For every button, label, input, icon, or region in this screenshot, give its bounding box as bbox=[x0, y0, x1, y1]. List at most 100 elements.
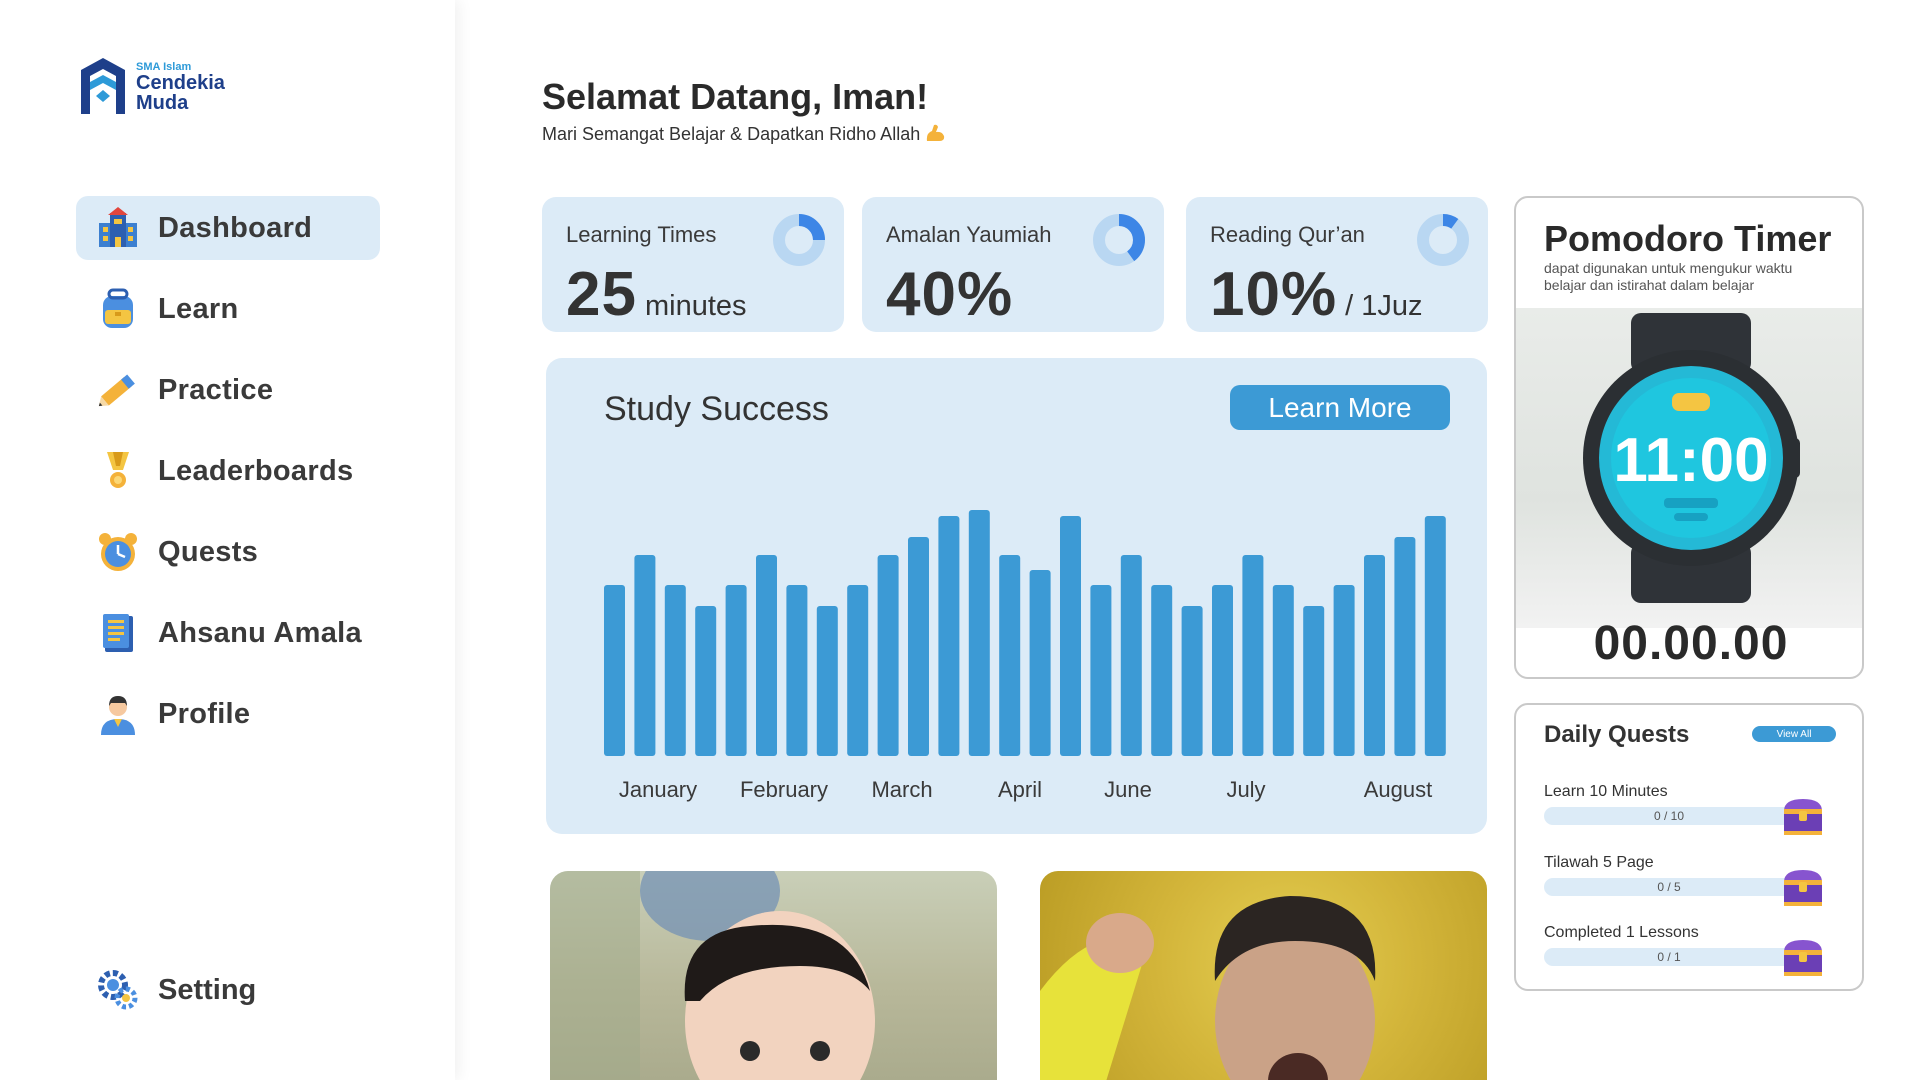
school-building-icon bbox=[94, 204, 142, 252]
stat-value: 10%/ 1Juz bbox=[1210, 259, 1422, 330]
chart-x-tick-label: January bbox=[619, 777, 697, 802]
sidebar-item-ahsanu-amala[interactable]: Ahsanu Amala bbox=[76, 601, 396, 665]
chart-x-tick-label: June bbox=[1104, 777, 1152, 802]
app-root: SMA Islam Cendekia Muda Dashboard Learn … bbox=[0, 0, 1920, 1080]
treasure-chest-icon bbox=[1784, 940, 1822, 976]
chart-x-tick-label: April bbox=[998, 777, 1042, 802]
stat-number: 25 bbox=[566, 260, 637, 329]
chart-bar bbox=[1272, 585, 1294, 756]
sidebar-item-setting[interactable]: Setting bbox=[76, 958, 380, 1022]
pomodoro-title: Pomodoro Timer bbox=[1544, 218, 1832, 259]
chart-bar bbox=[999, 555, 1021, 756]
logo[interactable]: SMA Islam Cendekia Muda bbox=[78, 56, 225, 118]
smartwatch-icon: 11:00 bbox=[1583, 313, 1800, 603]
daily-quests-title: Daily Quests bbox=[1544, 721, 1690, 748]
treasure-chest-icon bbox=[1784, 870, 1822, 906]
chart-bar bbox=[968, 510, 990, 756]
chart-title: Study Success bbox=[604, 390, 829, 428]
chart-bar bbox=[725, 585, 747, 756]
quest-item[interactable]: Tilawah 5 Page 0 / 5 bbox=[1544, 854, 1844, 914]
quest-item[interactable]: Completed 1 Lessons 0 / 1 bbox=[1544, 924, 1844, 984]
stat-card-amalan-yaumiah[interactable]: Amalan Yaumiah 40% bbox=[862, 197, 1164, 332]
backpack-icon bbox=[94, 285, 142, 333]
chart-bar bbox=[1060, 516, 1081, 756]
alarm-clock-icon bbox=[94, 528, 142, 576]
chart-bar bbox=[1181, 606, 1203, 756]
sidebar-item-profile[interactable]: Profile bbox=[76, 682, 396, 746]
gear-icon bbox=[94, 966, 142, 1014]
chart-x-tick-label: August bbox=[1364, 777, 1433, 802]
chart-bar bbox=[1424, 516, 1446, 756]
stat-card-reading-quran[interactable]: Reading Qur’an 10%/ 1Juz bbox=[1186, 197, 1488, 332]
chart-bar bbox=[634, 555, 656, 756]
child-photo-card[interactable] bbox=[550, 871, 997, 1080]
quest-progress-count: 0 / 5 bbox=[1657, 880, 1681, 894]
chart-bar bbox=[664, 585, 686, 756]
sidebar-item-label: Quests bbox=[158, 535, 259, 568]
sidebar-item-label: Practice bbox=[158, 373, 274, 406]
stat-value: 40% bbox=[886, 259, 1021, 330]
chart-bar bbox=[786, 585, 808, 756]
treasure-chest-icon bbox=[1784, 799, 1822, 835]
chart-bar bbox=[1364, 555, 1385, 756]
sidebar-item-learn[interactable]: Learn bbox=[76, 277, 396, 341]
sidebar-item-label: Leaderboards bbox=[158, 454, 354, 487]
chart-bar bbox=[1212, 585, 1233, 756]
sidebar-item-label: Ahsanu Amala bbox=[158, 616, 362, 649]
flexed-arm-icon bbox=[927, 124, 945, 141]
logo-school-label: SMA Islam bbox=[136, 60, 192, 73]
chart-x-tick-label: July bbox=[1226, 777, 1265, 802]
daily-quests-card: Daily Quests View All Learn 10 Minutes 0… bbox=[1514, 703, 1864, 991]
pomodoro-time: 00.00.00 bbox=[1593, 617, 1789, 670]
sidebar: SMA Islam Cendekia Muda Dashboard Learn … bbox=[0, 0, 455, 1080]
page-title: Selamat Datang, Iman! bbox=[542, 76, 929, 117]
chart-bar bbox=[1120, 555, 1142, 756]
stat-label: Amalan Yaumiah bbox=[886, 222, 1052, 247]
pomodoro-timer-card[interactable]: Pomodoro Timer dapat digunakan untuk men… bbox=[1514, 196, 1864, 679]
progress-donut-icon bbox=[773, 214, 825, 266]
stat-number: 10% bbox=[1210, 260, 1338, 329]
quest-progress-count: 0 / 10 bbox=[1653, 809, 1685, 823]
chart-bar bbox=[847, 585, 869, 756]
chart-bar bbox=[1333, 585, 1355, 756]
sidebar-item-quests[interactable]: Quests bbox=[76, 520, 396, 584]
sidebar-item-practice[interactable]: Practice bbox=[76, 358, 396, 422]
study-success-card: January February March April June July August … bbox=[546, 358, 1487, 834]
sidebar-item-dashboard[interactable]: Dashboard bbox=[76, 196, 380, 260]
pencil-icon bbox=[94, 366, 142, 414]
chart-bar bbox=[604, 585, 625, 756]
quest-item[interactable]: Learn 10 Minutes 0 / 10 bbox=[1544, 783, 1844, 843]
stat-value: 25 minutes bbox=[566, 259, 747, 330]
subtitle-text: Mari Semangat Belajar & Dapatkan Ridho A… bbox=[542, 124, 921, 144]
logo-name-line1: Cendekia bbox=[136, 71, 225, 94]
watch-face-time: 11:00 bbox=[1613, 426, 1768, 495]
learn-more-button[interactable]: Learn More bbox=[1230, 385, 1450, 430]
stat-unit: / 1Juz bbox=[1345, 290, 1423, 322]
sidebar-item-leaderboards[interactable]: Leaderboards bbox=[76, 439, 396, 503]
chart-bar bbox=[1151, 585, 1173, 756]
chart-bar bbox=[816, 606, 838, 756]
stat-card-learning-times[interactable]: Learning Times 25 minutes bbox=[542, 197, 844, 332]
chart-bar bbox=[756, 555, 777, 756]
stat-unit: minutes bbox=[644, 290, 747, 322]
chart-bar bbox=[1029, 570, 1051, 756]
page-subtitle: Mari Semangat Belajar & Dapatkan Ridho A… bbox=[542, 123, 946, 145]
child-photo bbox=[550, 871, 875, 1080]
pomodoro-description: dapat digunakan untuk mengukur waktu bel… bbox=[1544, 260, 1793, 293]
sidebar-item-label: Setting bbox=[158, 973, 257, 1006]
quest-progress-count: 0 / 1 bbox=[1657, 950, 1681, 964]
footballer-photo-card[interactable] bbox=[1040, 871, 1487, 1080]
school-logo-icon bbox=[81, 58, 125, 114]
chart-bar bbox=[1090, 585, 1112, 756]
stat-label: Learning Times bbox=[566, 222, 717, 247]
sidebar-item-label: Dashboard bbox=[158, 211, 313, 244]
sidebar-item-label: Learn bbox=[158, 292, 239, 325]
sidebar-item-label: Profile bbox=[158, 697, 251, 730]
chart-bar bbox=[877, 555, 899, 756]
sidebar-nav: Dashboard Learn Practice Leaderboards Qu… bbox=[76, 196, 396, 763]
chart-bar bbox=[938, 516, 960, 756]
chart-bar bbox=[1303, 606, 1325, 756]
footballer-photo bbox=[1040, 896, 1376, 1080]
view-all-button[interactable]: View All bbox=[1752, 726, 1836, 742]
progress-donut-icon bbox=[1093, 214, 1145, 266]
